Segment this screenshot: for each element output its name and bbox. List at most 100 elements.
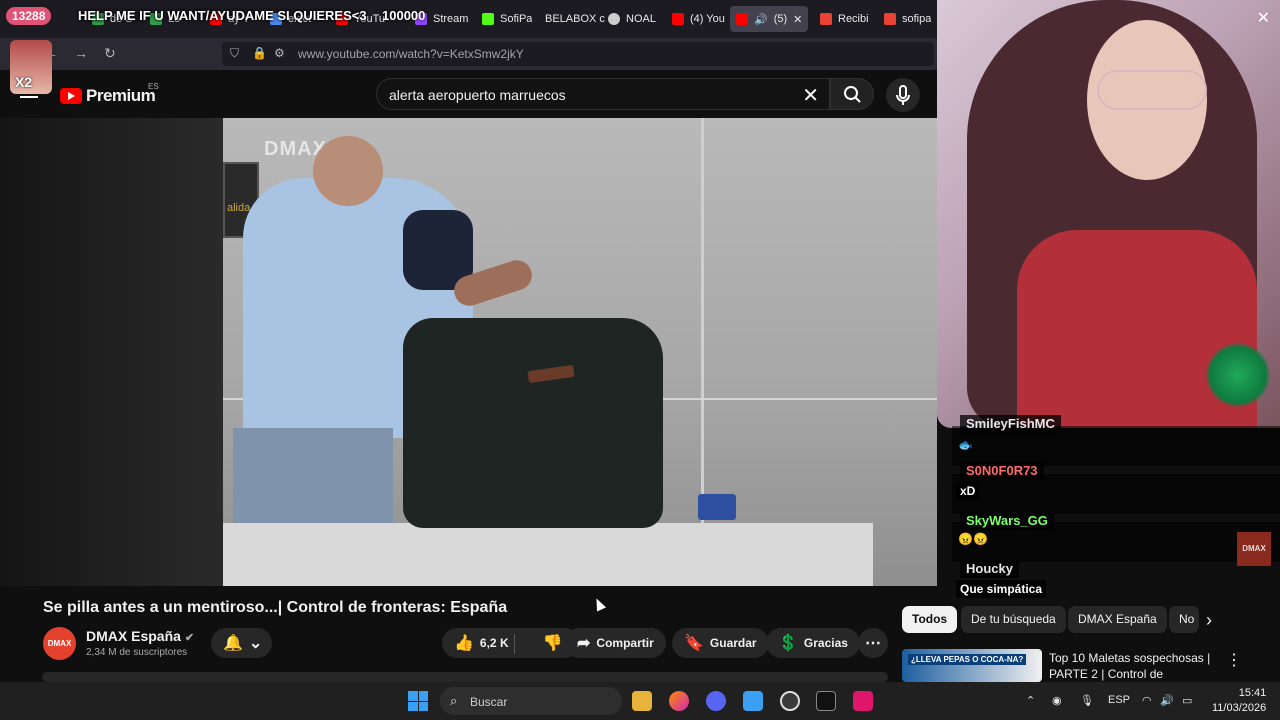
like-icon[interactable]: 👍	[454, 633, 474, 653]
search-button[interactable]	[830, 78, 874, 110]
chip-channel[interactable]: DMAX España	[1068, 606, 1167, 633]
donation-goal-text: HELP ME IF U WANT/AYUDAME SI QUIERES<3	[78, 8, 367, 23]
video-player[interactable]: alida DMAX	[223, 118, 937, 586]
firefox-icon[interactable]	[669, 691, 689, 711]
notifications-button[interactable]: 🔔 ⌄	[211, 628, 272, 658]
wifi-icon[interactable]: ◠	[1142, 694, 1152, 707]
browser-tab[interactable]: BELABOX c	[545, 6, 605, 32]
like-divider	[514, 634, 515, 654]
browser-tab[interactable]: SofiPa	[482, 6, 532, 32]
officer-head	[313, 136, 383, 206]
viewer-count-badge: 13288	[6, 7, 52, 25]
lock-icon[interactable]: 🔒	[252, 46, 267, 60]
tab-favicon-icon	[482, 13, 494, 25]
inspection-counter	[223, 523, 873, 586]
recommendation-menu-icon[interactable]: ⋮	[1226, 650, 1242, 670]
chat-username: SmileyFishMC	[960, 415, 1061, 433]
dislike-icon[interactable]: 👎	[543, 633, 563, 653]
tab-label: NOAL	[626, 13, 656, 25]
windows-taskbar: ⌕ Buscar ⌃ ◉ 🎙 ESP ◠ 🔊 ▭ 15:41 11/03/202…	[0, 682, 1280, 720]
system-clock[interactable]: 15:41 11/03/2026	[1212, 686, 1266, 716]
save-label: Guardar	[709, 636, 757, 650]
like-count[interactable]: 6,2 K	[480, 636, 509, 650]
app-icon[interactable]	[853, 691, 873, 711]
tab-favicon-icon	[736, 13, 748, 25]
chevron-up-icon[interactable]: ⌃	[1026, 694, 1035, 707]
chat-username: S0N0F0R73	[960, 462, 1044, 480]
blue-item	[698, 494, 736, 520]
search-input[interactable]: alerta aeropuerto marruecos ✕	[376, 78, 830, 110]
speaker-icon[interactable]: 🔊	[754, 13, 768, 26]
browser-tab[interactable]: NOAL	[608, 6, 656, 32]
chat-row	[952, 474, 1280, 514]
chat-username: SkyWars_GG	[960, 512, 1054, 530]
streamer-glasses	[1097, 70, 1207, 110]
microphone-tray-icon[interactable]: 🎙	[1080, 694, 1094, 707]
tab-label: BELABOX c	[545, 13, 605, 25]
search-icon	[844, 86, 861, 103]
logo-text: Premium	[86, 86, 156, 105]
channel-corner-logo: DMAX	[1237, 532, 1271, 566]
region-code: ES	[148, 82, 159, 91]
volume-icon[interactable]: 🔊	[1160, 694, 1174, 707]
tab-favicon-icon	[672, 13, 684, 25]
url-text[interactable]: www.youtube.com/watch?v=KetxSmw2jkY	[298, 47, 524, 61]
tab-label: SofiPa	[500, 13, 533, 25]
terminal-icon[interactable]	[816, 691, 836, 711]
channel-avatar[interactable]: DMAX	[43, 627, 76, 660]
discord-tray-icon[interactable]: ◉	[1052, 694, 1062, 707]
chip-next[interactable]: No	[1169, 606, 1199, 633]
description-box[interactable]	[42, 672, 888, 682]
forward-icon[interactable]: →	[74, 45, 88, 61]
browser-tab[interactable]: (4) You	[672, 6, 725, 32]
tab-close-icon[interactable]: ✕	[793, 13, 802, 26]
search-query[interactable]: alerta aeropuerto marruecos	[389, 87, 566, 103]
tab-label: Stream	[433, 13, 469, 25]
more-actions-button[interactable]: ⋯	[858, 628, 888, 658]
webcam-overlay: ✕	[937, 0, 1280, 428]
chat-emote-icon: 🐟	[958, 438, 973, 452]
chat-emote-icon: 😠😠	[958, 532, 988, 546]
discord-icon[interactable]	[706, 691, 726, 711]
browser-tab[interactable]: sofipa	[884, 6, 931, 32]
youtube-logo[interactable]: Premium	[60, 86, 156, 106]
chip-from-search[interactable]: De tu búsqueda	[961, 606, 1066, 633]
verified-icon: ✔	[184, 632, 195, 644]
browser-tab[interactable]: Recibi	[820, 6, 869, 32]
voice-search-button[interactable]	[886, 78, 920, 112]
address-bar[interactable]: ⛉ 🔒 ⚙ www.youtube.com/watch?v=KetxSmw2jk…	[222, 42, 934, 66]
site-permissions-icon[interactable]: ⚙	[274, 46, 285, 60]
taskbar-search-placeholder: Buscar	[470, 695, 508, 709]
windows-start-icon[interactable]	[408, 691, 428, 711]
reload-icon[interactable]: ↻	[104, 45, 116, 62]
thanks-button[interactable]: 💲 Gracias	[766, 628, 860, 658]
language-indicator[interactable]: ESP	[1108, 694, 1130, 706]
save-button[interactable]: 🔖 Guardar	[672, 628, 769, 658]
tab-label: (5)	[773, 13, 788, 25]
chip-all[interactable]: Todos	[902, 606, 958, 633]
clear-search-icon[interactable]: ✕	[802, 83, 819, 108]
share-label: Compartir	[596, 636, 654, 650]
chevron-right-icon[interactable]: ›	[1206, 610, 1212, 631]
clock-date: 11/03/2026	[1212, 702, 1267, 714]
youtube-header: Premium ES alerta aeropuerto marruecos ✕	[0, 70, 940, 118]
bell-icon: 🔔	[223, 635, 243, 652]
folder-icon[interactable]	[632, 691, 652, 711]
tab-label: (4) You	[690, 13, 725, 25]
taskbar-search[interactable]: ⌕ Buscar	[440, 687, 622, 715]
plant-emote	[1205, 342, 1271, 408]
channel-name[interactable]: DMAX España ✔	[86, 628, 194, 644]
recommendation-thumbnail[interactable]: ¿LLEVA PEPAS O COCA-NA?	[902, 649, 1042, 682]
stream-chat: SmileyFishMC 🐟 S0N0F0R73 xD SkyWars_GG 😠…	[948, 412, 1280, 598]
battery-icon[interactable]: ▭	[1182, 694, 1192, 707]
close-icon[interactable]: ✕	[1257, 8, 1270, 28]
shield-icon[interactable]: ⛉	[230, 46, 239, 61]
share-button[interactable]: ➦ Compartir	[565, 628, 666, 658]
share-icon: ➦	[577, 635, 591, 652]
thumbnail-text: ¿LLEVA PEPAS O COCA-NA?	[908, 654, 1027, 665]
obs-icon[interactable]	[780, 691, 800, 711]
video-title: Se pilla antes a un mentiroso...| Contro…	[43, 599, 508, 616]
super-thanks-icon: 💲	[778, 635, 798, 652]
browser-tab-active[interactable]: 🔊 (5) ✕	[730, 6, 808, 32]
photos-icon[interactable]	[743, 691, 763, 711]
